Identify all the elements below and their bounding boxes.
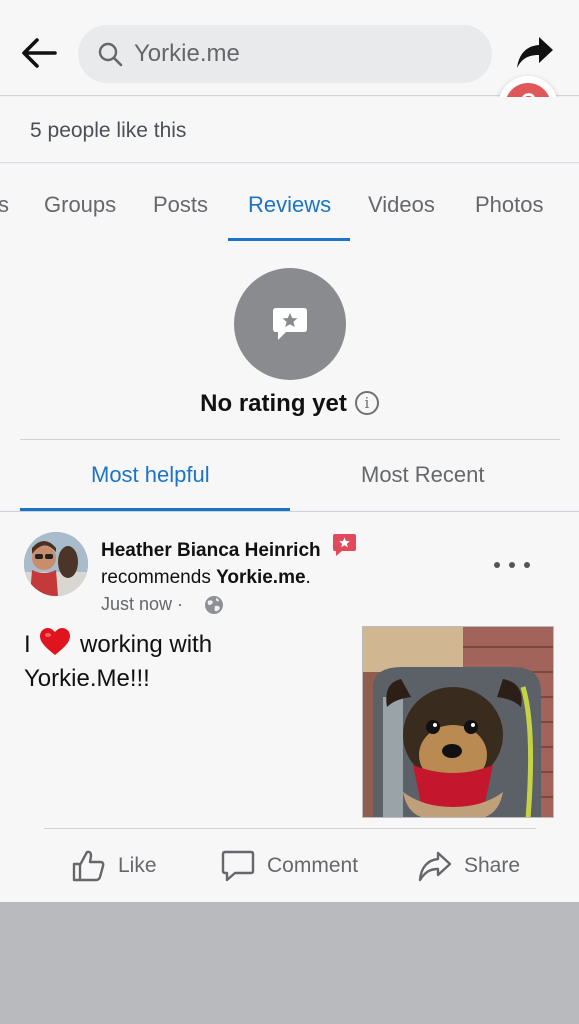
puppy-photo: [363, 627, 553, 817]
recommendation-line: recommends Yorkie.me.: [101, 567, 311, 589]
like-label: Like: [118, 854, 157, 877]
recommend-period: .: [305, 567, 311, 588]
review-bubble-icon: [273, 308, 307, 340]
post-timestamp[interactable]: Just now ·: [101, 594, 183, 615]
rating-status-text: No rating yet: [200, 390, 347, 417]
comment-icon: [221, 850, 255, 882]
dot-icon: [509, 562, 515, 568]
comment-label: Comment: [267, 854, 359, 877]
globe-icon: [205, 596, 223, 614]
share-icon: [418, 851, 452, 882]
active-tab-indicator: [228, 238, 350, 241]
avatar[interactable]: [24, 532, 88, 596]
post-body: I working with Yorkie.Me!!!: [24, 628, 344, 696]
post-text-start: I: [24, 631, 31, 658]
dot-icon: [494, 562, 500, 568]
thumbs-up-icon: [72, 850, 105, 882]
avatar-image: [24, 532, 88, 596]
tab-photos[interactable]: Photos: [475, 192, 544, 218]
info-icon[interactable]: i: [354, 391, 379, 415]
back-button[interactable]: [18, 32, 60, 74]
tab-videos[interactable]: Videos: [368, 192, 435, 218]
page-name-link[interactable]: Yorkie.me: [216, 567, 305, 588]
author-name[interactable]: Heather Bianca Heinrich: [101, 540, 321, 562]
recommend-verb: recommends: [101, 567, 217, 588]
divider: [44, 828, 536, 829]
rating-status: No rating yet i: [0, 390, 579, 418]
likes-count-text: 5 people like this: [30, 119, 187, 142]
share-page-button[interactable]: [512, 30, 558, 76]
post-photo[interactable]: [362, 626, 554, 818]
search-value: Yorkie.me: [134, 40, 240, 67]
share-arrow-icon: [517, 37, 553, 68]
heart-icon: [40, 628, 71, 655]
dot-icon: [524, 562, 530, 568]
search-input[interactable]: Yorkie.me: [78, 25, 492, 83]
share-button[interactable]: Share: [418, 846, 520, 886]
divider: [20, 439, 560, 440]
back-arrow-icon: [22, 38, 57, 68]
tab-groups[interactable]: Groups: [44, 192, 116, 218]
rating-circle: [234, 268, 346, 380]
more-options-button[interactable]: [494, 556, 530, 574]
likes-row: 5 people like this: [0, 97, 579, 163]
like-button[interactable]: Like: [72, 846, 157, 886]
share-label: Share: [464, 854, 521, 877]
top-bar: Yorkie.me: [0, 0, 579, 96]
comment-button[interactable]: Comment: [221, 846, 358, 886]
tab-posts[interactable]: Posts: [153, 192, 208, 218]
sort-most-recent[interactable]: Most Recent: [361, 462, 485, 488]
search-icon: [96, 40, 124, 68]
tab-reviews[interactable]: Reviews: [248, 192, 331, 218]
tab-partial[interactable]: s: [0, 192, 9, 218]
recommend-badge-icon: [333, 534, 356, 556]
page-tabs: s Groups Posts Reviews Videos Photos: [0, 164, 579, 242]
sort-most-helpful[interactable]: Most helpful: [91, 462, 210, 488]
